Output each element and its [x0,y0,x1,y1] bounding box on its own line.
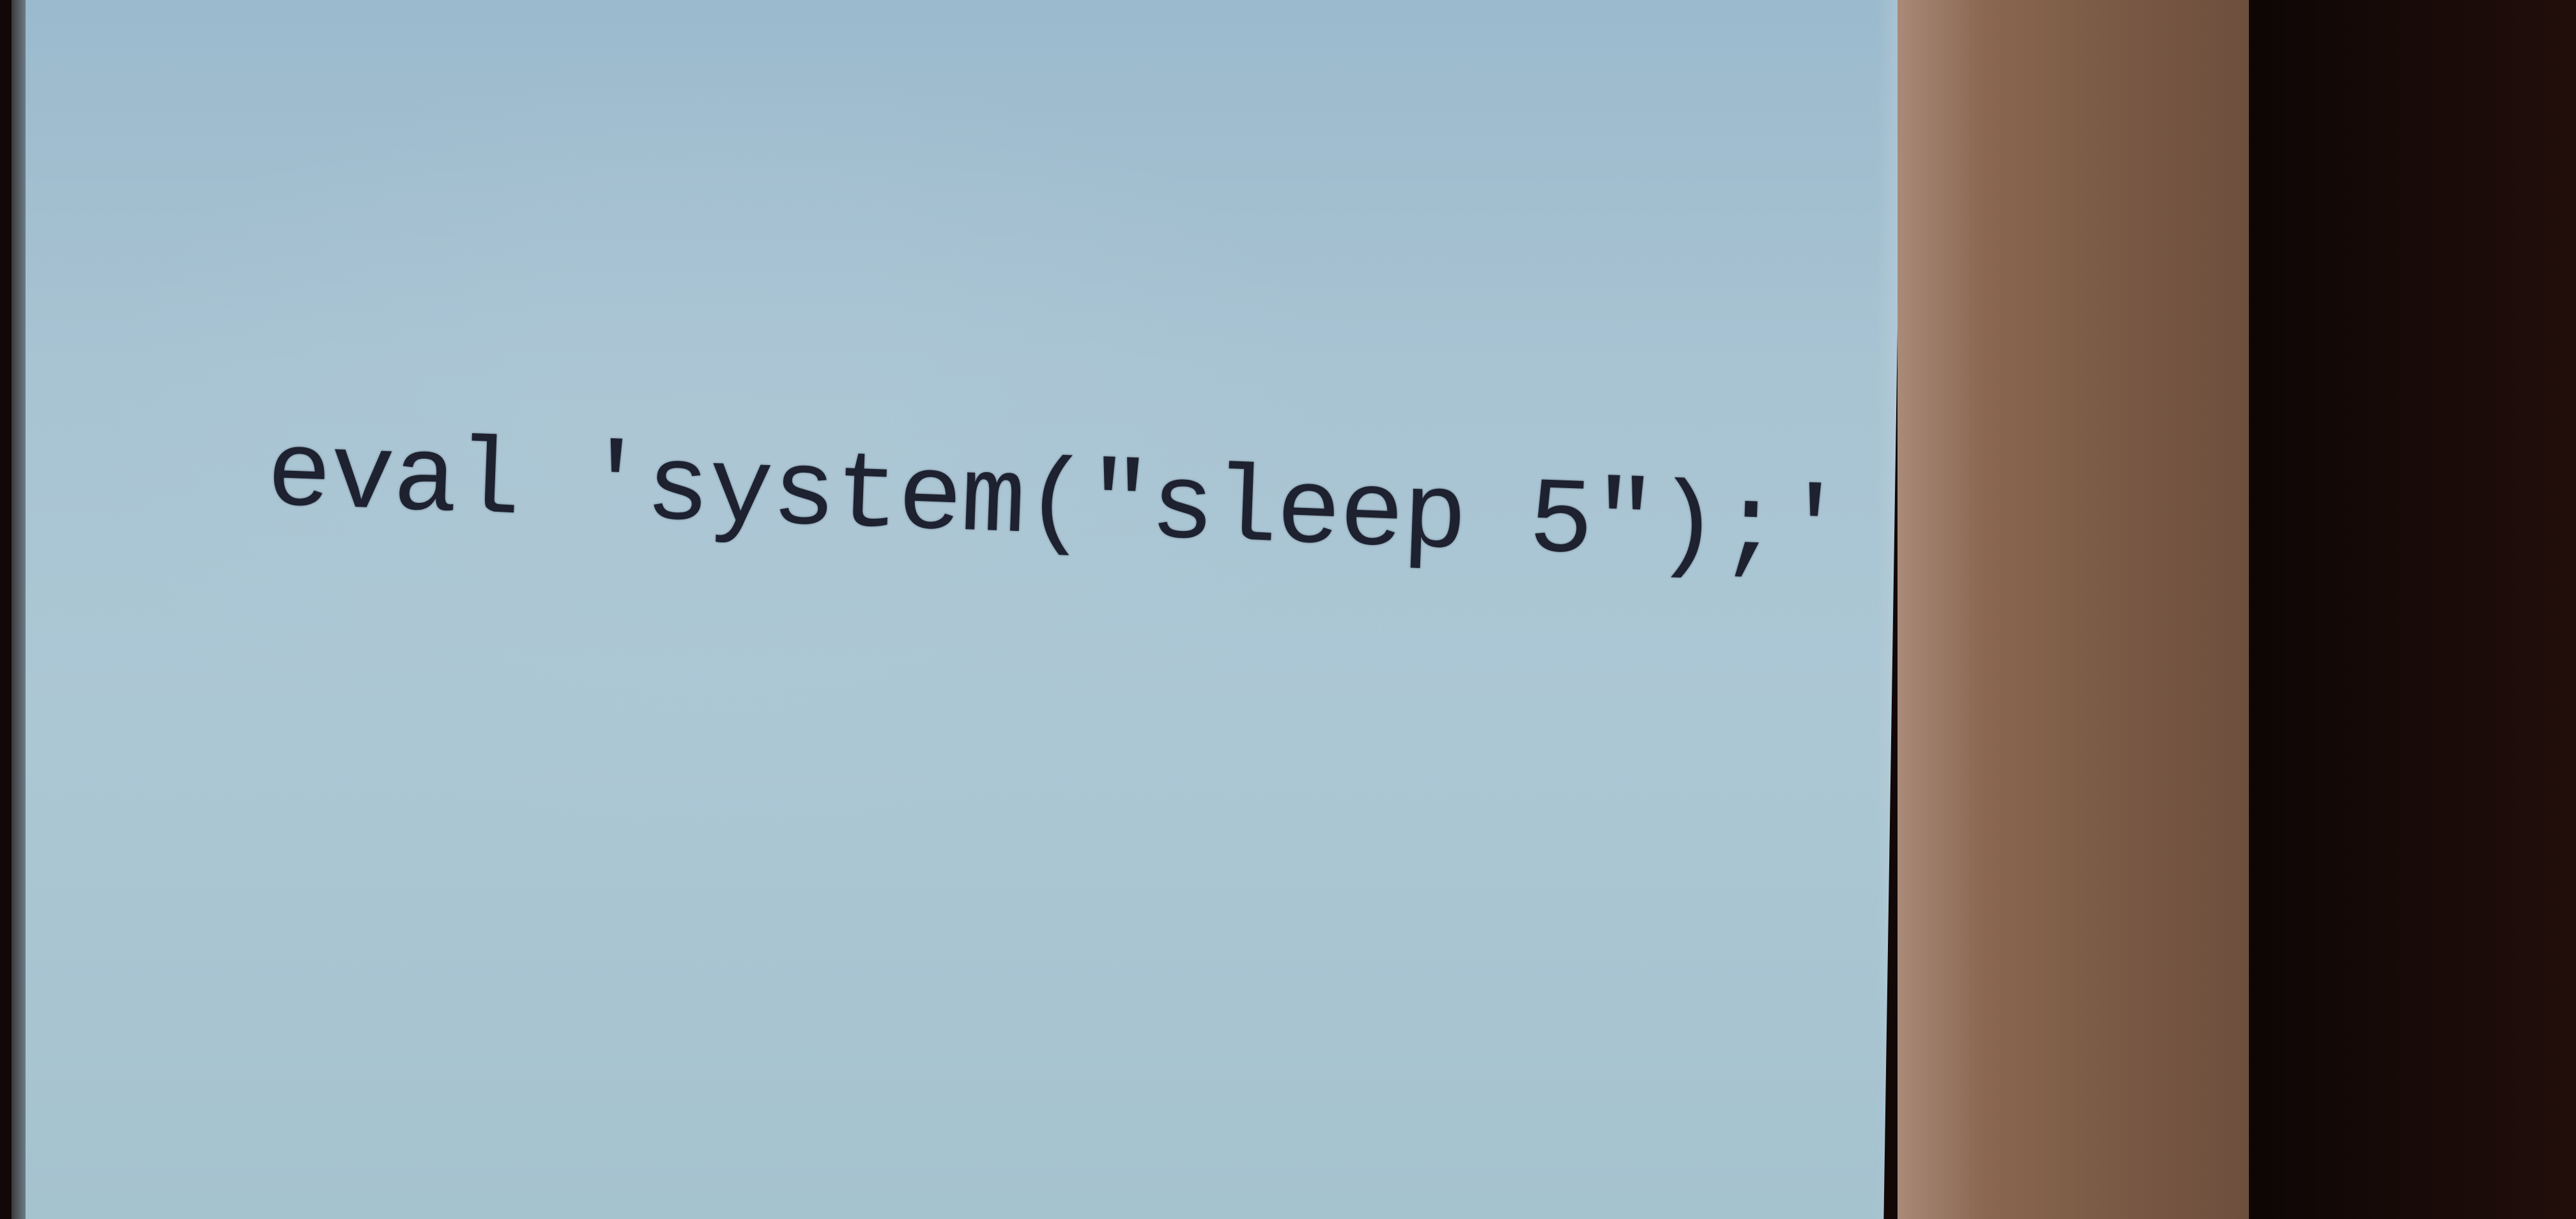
wall [1897,0,2255,1219]
slide-code-line: eval 'system("sleep 5");' [264,415,1847,594]
dark-background [2249,0,2576,1219]
projection-screen: eval 'system("sleep 5");' [12,0,1903,1219]
screen-edge [12,0,26,1219]
photo: eval 'system("sleep 5");' [0,0,2576,1219]
